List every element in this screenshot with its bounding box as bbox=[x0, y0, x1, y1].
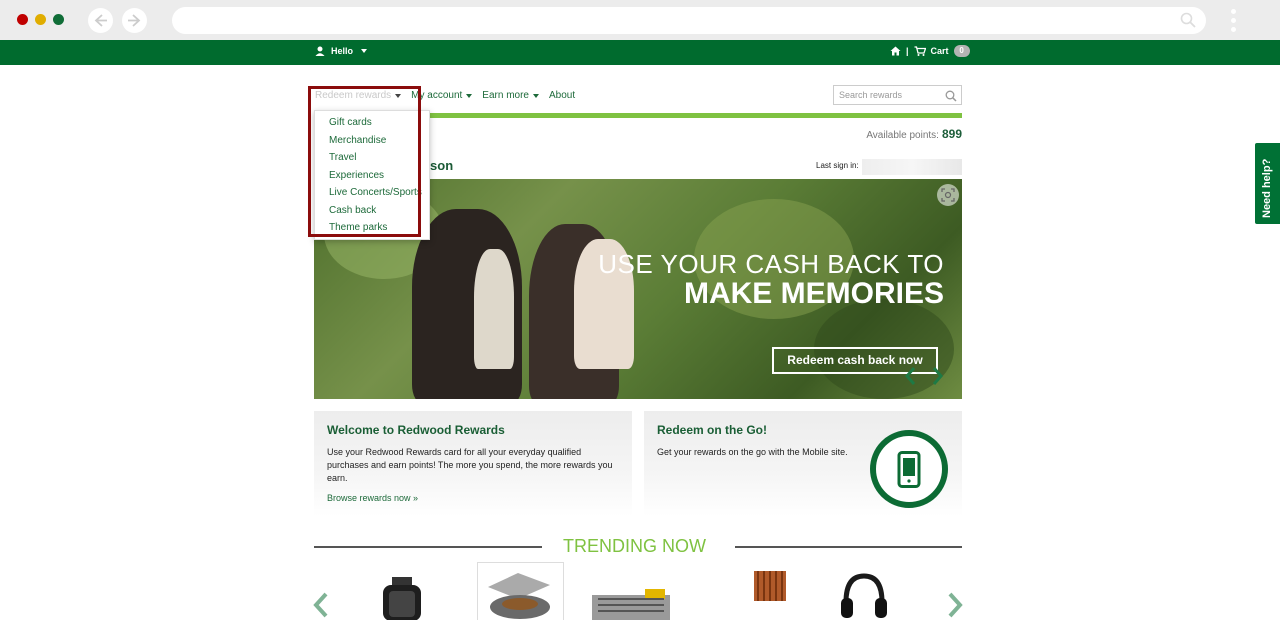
welcome-card-body: Use your Redwood Rewards card for all yo… bbox=[327, 447, 613, 483]
last-sign-in-label: Last sign in: bbox=[816, 161, 859, 170]
separator: | bbox=[906, 46, 909, 56]
zoom-button[interactable] bbox=[937, 184, 959, 206]
divider bbox=[735, 546, 962, 548]
product-grill bbox=[488, 573, 550, 619]
hero-headline-line2: MAKE MEMORIES bbox=[683, 277, 944, 310]
browser-menu-icon[interactable] bbox=[1231, 9, 1237, 33]
nav-about[interactable]: About bbox=[549, 90, 575, 101]
chevron-down-icon bbox=[466, 93, 473, 98]
product-grill-card[interactable] bbox=[477, 562, 564, 620]
need-help-tab[interactable]: Need help? bbox=[1254, 142, 1280, 225]
address-bar[interactable] bbox=[172, 7, 1206, 34]
home-icon[interactable] bbox=[890, 46, 901, 56]
mobile-card-body: Get your rewards on the go with the Mobi… bbox=[657, 447, 848, 457]
search-icon bbox=[1180, 12, 1196, 28]
welcome-card: Welcome to Redwood Rewards Use your Redw… bbox=[314, 411, 632, 516]
hello-menu[interactable]: Hello bbox=[315, 46, 368, 56]
carousel-prev-icon[interactable] bbox=[312, 592, 330, 618]
person-shirt bbox=[474, 249, 514, 369]
forward-button[interactable] bbox=[122, 8, 147, 33]
maximize-window-dot[interactable] bbox=[53, 14, 64, 25]
cart-count-badge: 0 bbox=[953, 45, 970, 57]
product-tool-set[interactable] bbox=[590, 585, 675, 620]
trending-title: TRENDING NOW bbox=[563, 536, 706, 556]
product-smartwatch[interactable] bbox=[380, 577, 426, 620]
cart-link[interactable]: Cart bbox=[931, 46, 949, 56]
cart-icon[interactable] bbox=[914, 46, 926, 56]
hello-label: Hello bbox=[331, 46, 354, 56]
cart-zone: | Cart 0 bbox=[890, 45, 970, 57]
back-button[interactable] bbox=[88, 8, 113, 33]
chevron-down-icon bbox=[361, 49, 368, 53]
chevron-down-icon bbox=[532, 93, 539, 98]
hero-headline-line1: USE YOUR CASH BACK TO bbox=[598, 249, 944, 279]
points-value: 899 bbox=[941, 127, 962, 141]
scan-icon bbox=[941, 188, 955, 202]
product-headphones[interactable] bbox=[838, 572, 890, 620]
nav-earn-more[interactable]: Earn more bbox=[482, 90, 539, 101]
page: Hello | Cart 0 Redeem rewards My account… bbox=[0, 40, 1280, 620]
product-cutting-board[interactable] bbox=[752, 567, 788, 603]
browser-chrome bbox=[0, 0, 1280, 40]
last-sign-in-redacted bbox=[862, 159, 962, 175]
phone-icon bbox=[897, 451, 921, 488]
arrow-right-icon bbox=[128, 14, 141, 27]
minimize-window-dot[interactable] bbox=[35, 14, 46, 25]
carousel-arrows-icon[interactable] bbox=[904, 364, 944, 388]
highlight-box bbox=[308, 86, 421, 237]
user-icon bbox=[315, 46, 325, 56]
mobile-card-title: Redeem on the Go! bbox=[657, 423, 768, 437]
welcome-card-title: Welcome to Redwood Rewards bbox=[327, 423, 505, 437]
mobile-card: Redeem on the Go! Get your rewards on th… bbox=[644, 411, 962, 516]
points-label: Available points: bbox=[866, 130, 939, 141]
divider bbox=[314, 546, 542, 548]
close-window-dot[interactable] bbox=[17, 14, 28, 25]
browse-rewards-link[interactable]: Browse rewards now » bbox=[327, 493, 418, 503]
need-help-label: Need help? bbox=[1261, 158, 1273, 218]
arrow-left-icon bbox=[94, 14, 107, 27]
top-bar: Hello | Cart 0 bbox=[0, 40, 1280, 65]
search-icon[interactable] bbox=[945, 90, 957, 102]
available-points: Available points: 899 bbox=[866, 127, 962, 141]
search-placeholder: Search rewards bbox=[839, 90, 903, 100]
carousel-next-icon[interactable] bbox=[946, 592, 964, 618]
search-input[interactable]: Search rewards bbox=[833, 85, 962, 105]
mobile-phone-graphic[interactable] bbox=[870, 430, 948, 508]
